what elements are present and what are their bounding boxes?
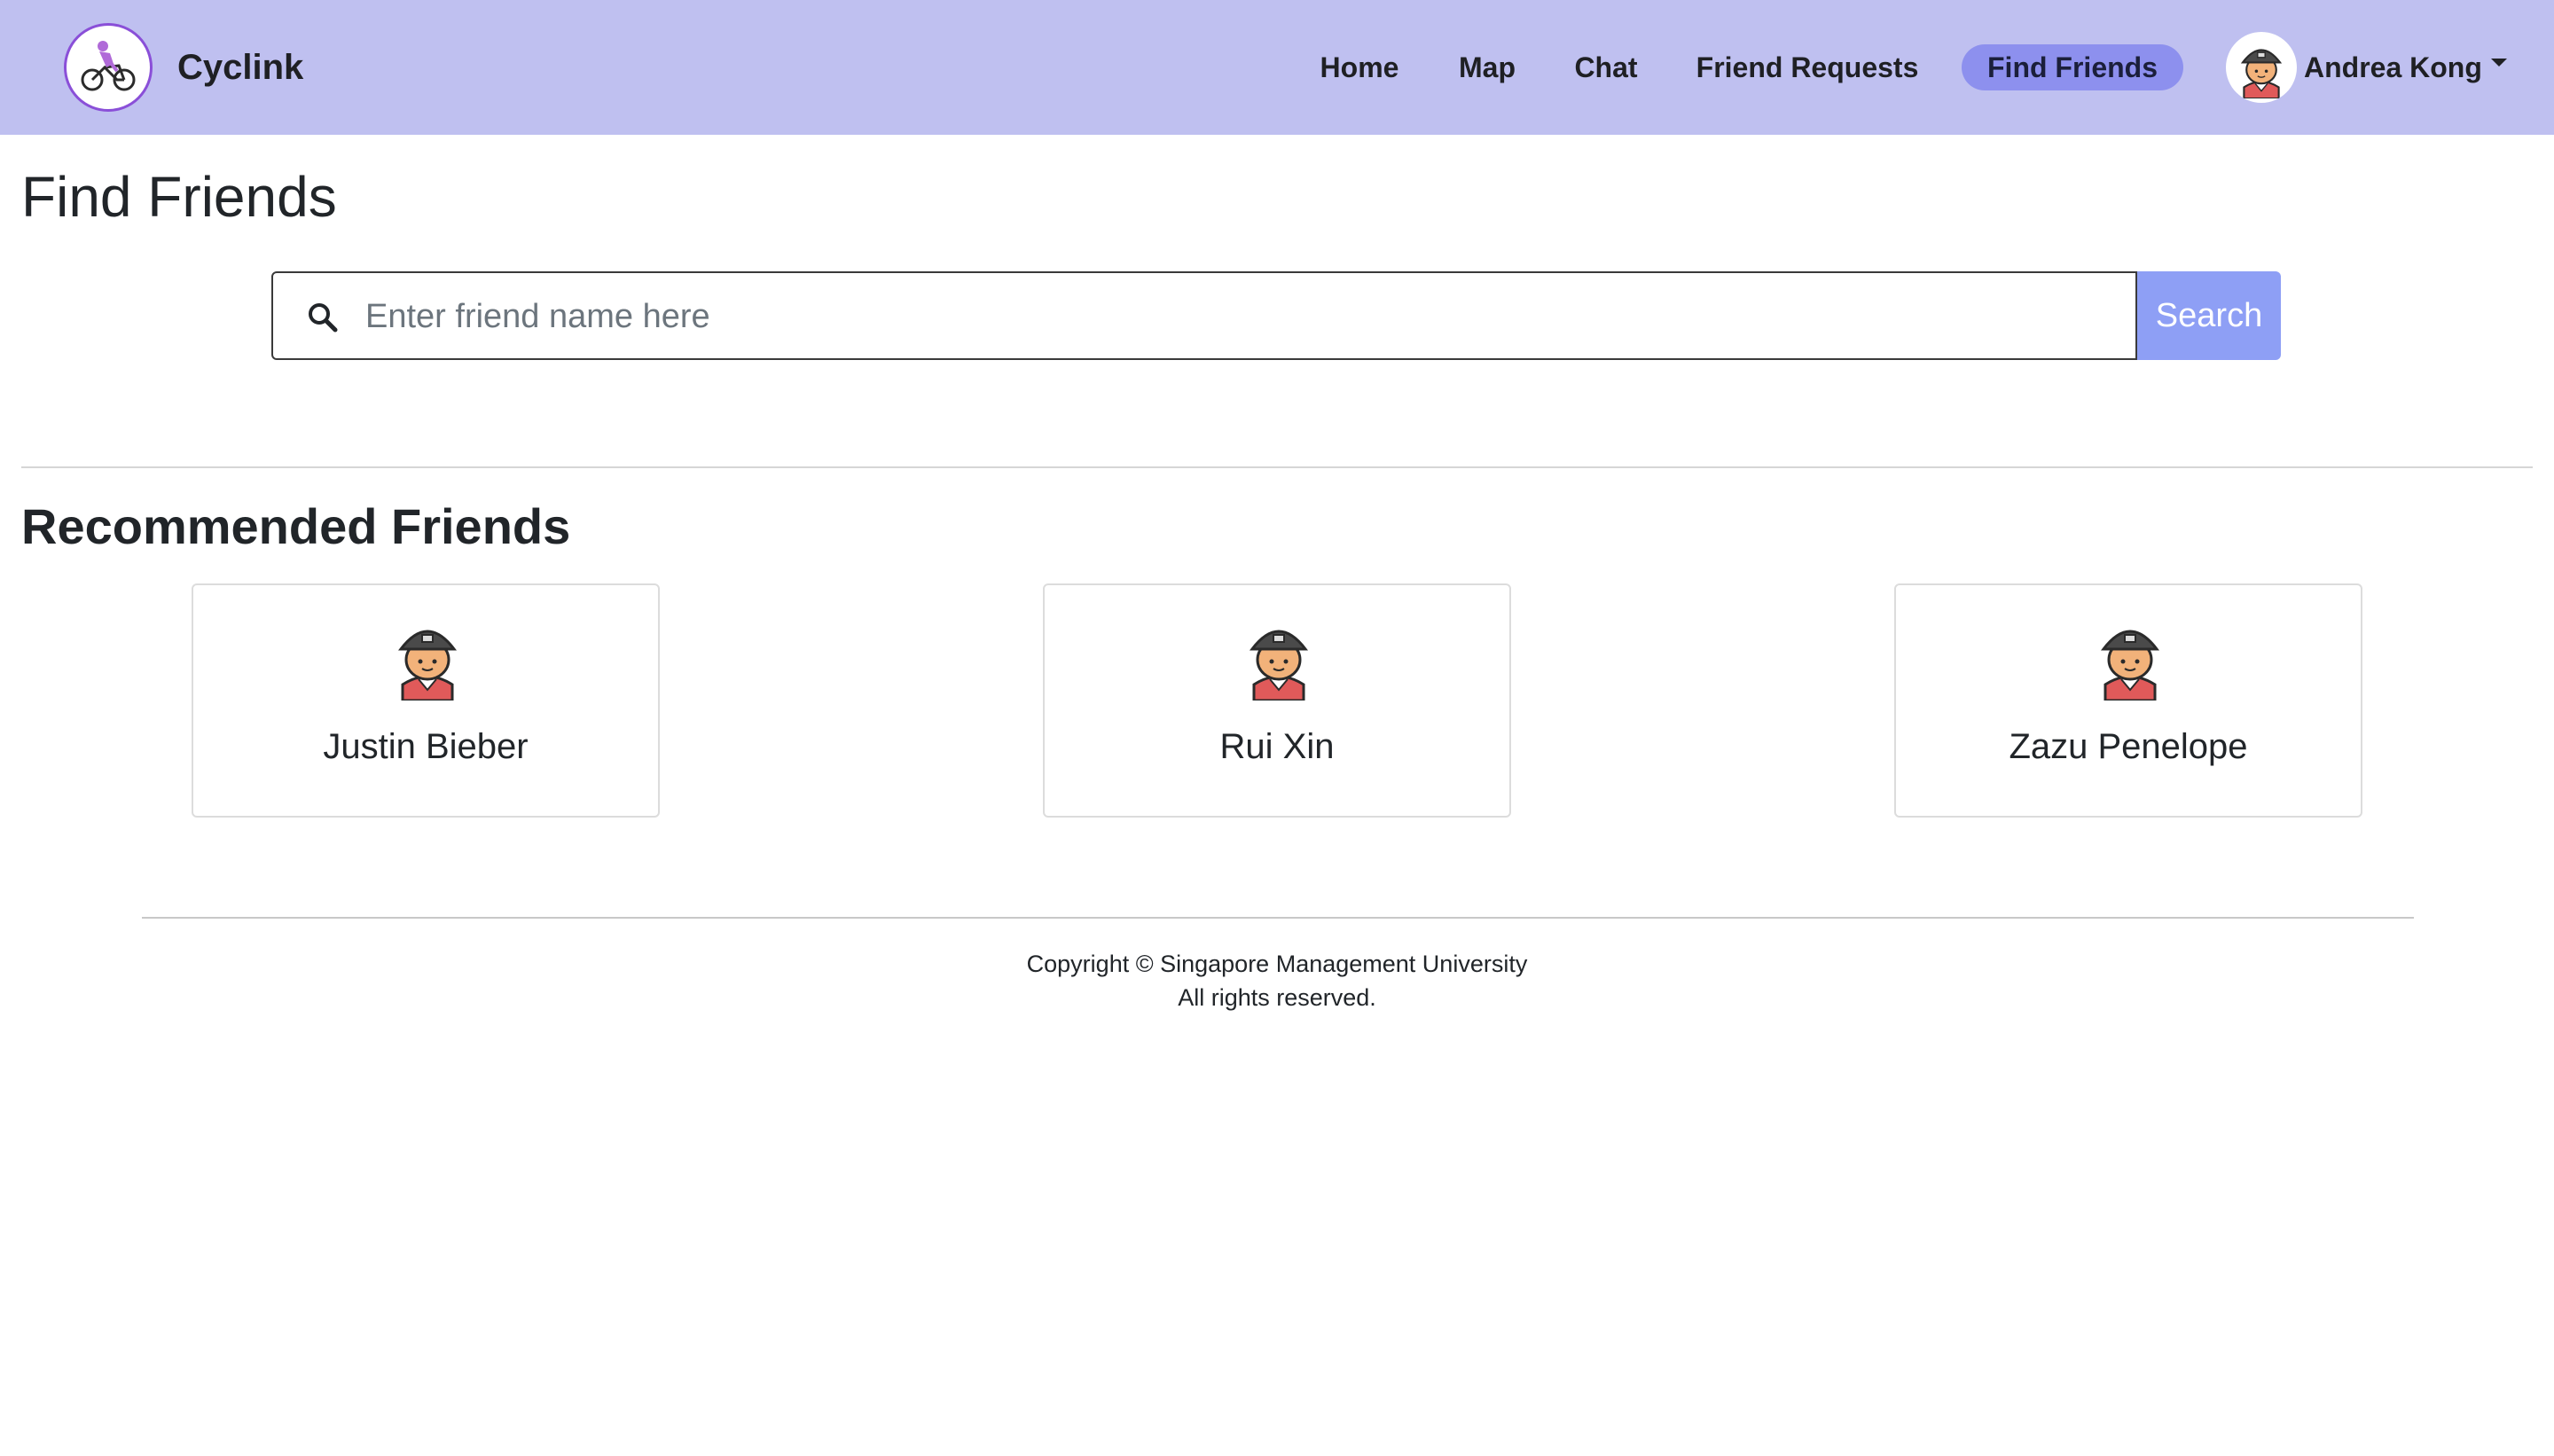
cyclist-avatar-icon bbox=[1249, 630, 1309, 701]
brand-name: Cyclink bbox=[177, 47, 304, 87]
footer-divider bbox=[142, 917, 2414, 919]
nav-friend-requests[interactable]: Friend Requests bbox=[1694, 44, 1921, 90]
search-icon bbox=[309, 303, 338, 333]
cyclist-logo-icon bbox=[64, 23, 153, 112]
brand[interactable]: Cyclink bbox=[64, 23, 303, 112]
search-bar: Search bbox=[271, 271, 2281, 360]
search-input[interactable] bbox=[365, 282, 2121, 351]
search-field[interactable] bbox=[271, 271, 2137, 360]
user-name-text: Andrea Kong bbox=[2304, 51, 2482, 83]
user-menu[interactable]: Andrea Kong bbox=[2226, 32, 2507, 103]
friend-name: Zazu Penelope bbox=[2009, 727, 2248, 766]
friend-card[interactable]: Zazu Penelope bbox=[1894, 583, 2362, 818]
friend-card[interactable]: Rui Xin bbox=[1043, 583, 1511, 818]
nav-home[interactable]: Home bbox=[1320, 44, 1399, 90]
friend-name: Rui Xin bbox=[1219, 727, 1335, 766]
search-button[interactable]: Search bbox=[2137, 271, 2281, 360]
footer: Copyright © Singapore Management Univers… bbox=[0, 947, 2554, 1014]
user-name[interactable]: Andrea Kong bbox=[2304, 51, 2507, 84]
nav-map[interactable]: Map bbox=[1456, 44, 1518, 90]
footer-rights: All rights reserved. bbox=[1178, 984, 1376, 1011]
cyclist-avatar-icon bbox=[397, 630, 458, 701]
section-divider bbox=[21, 466, 2533, 468]
cyclist-avatar-icon bbox=[2100, 630, 2160, 701]
footer-copyright: Copyright © Singapore Management Univers… bbox=[1026, 951, 1528, 977]
user-avatar-icon bbox=[2226, 32, 2297, 103]
nav-chat[interactable]: Chat bbox=[1571, 44, 1641, 90]
navbar: Cyclink Home Map Chat Friend Requests Fi… bbox=[0, 0, 2554, 135]
recommended-title: Recommended Friends bbox=[21, 498, 571, 554]
friend-card[interactable]: Justin Bieber bbox=[192, 583, 660, 818]
caret-down-icon bbox=[2490, 58, 2507, 67]
page-title: Find Friends bbox=[21, 165, 337, 229]
friend-name: Justin Bieber bbox=[323, 727, 529, 766]
nav-find-friends[interactable]: Find Friends bbox=[1962, 44, 2183, 90]
